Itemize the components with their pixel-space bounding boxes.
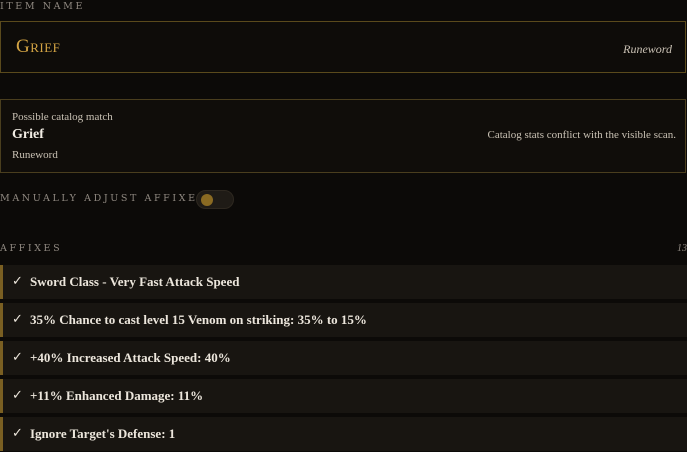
- affix-text: Sword Class - Very Fast Attack Speed: [30, 274, 240, 289]
- catalog-match-card[interactable]: Possible catalog match Grief Runeword Ca…: [0, 99, 686, 173]
- affix-text: +40% Increased Attack Speed: 40%: [30, 350, 231, 365]
- catalog-conflict-warning: Catalog stats conflict with the visible …: [487, 129, 677, 141]
- item-name-field[interactable]: Grief Runeword: [0, 21, 686, 73]
- check-icon: ✓: [12, 426, 23, 441]
- affix-text: +11% Enhanced Damage: 11%: [30, 388, 204, 403]
- affix-text: Ignore Target's Defense: 1: [30, 426, 176, 441]
- affix-count: 13: [677, 243, 687, 254]
- catalog-match-type: Runeword: [12, 149, 58, 161]
- item-editor-panel: ITEM NAME Grief Runeword Possible catalo…: [0, 0, 687, 452]
- affix-row[interactable]: ✓ Ignore Target's Defense: 1: [0, 417, 687, 451]
- check-icon: ✓: [12, 350, 23, 365]
- affix-row[interactable]: ✓ 35% Chance to cast level 15 Venom on s…: [0, 303, 687, 337]
- affix-text: 35% Chance to cast level 15 Venom on str…: [30, 312, 367, 327]
- check-icon: ✓: [12, 274, 23, 289]
- manual-adjust-toggle[interactable]: [196, 190, 234, 209]
- affix-row[interactable]: ✓ +11% Enhanced Damage: 11%: [0, 379, 687, 413]
- item-type-badge: Runeword: [623, 42, 672, 56]
- check-icon: ✓: [12, 312, 23, 327]
- toggle-knob: [201, 194, 213, 206]
- manual-adjust-label: MANUALLY ADJUST AFFIXES: [0, 193, 207, 204]
- item-name-label: ITEM NAME: [0, 1, 86, 12]
- item-name-value: Grief: [16, 36, 61, 57]
- catalog-match-name: Grief: [12, 127, 44, 142]
- affix-row[interactable]: ✓ Sword Class - Very Fast Attack Speed: [0, 265, 687, 299]
- affix-row[interactable]: ✓ +40% Increased Attack Speed: 40%: [0, 341, 687, 375]
- check-icon: ✓: [12, 388, 23, 403]
- catalog-match-caption: Possible catalog match: [12, 111, 113, 123]
- affixes-label: AFFIXES: [0, 243, 63, 254]
